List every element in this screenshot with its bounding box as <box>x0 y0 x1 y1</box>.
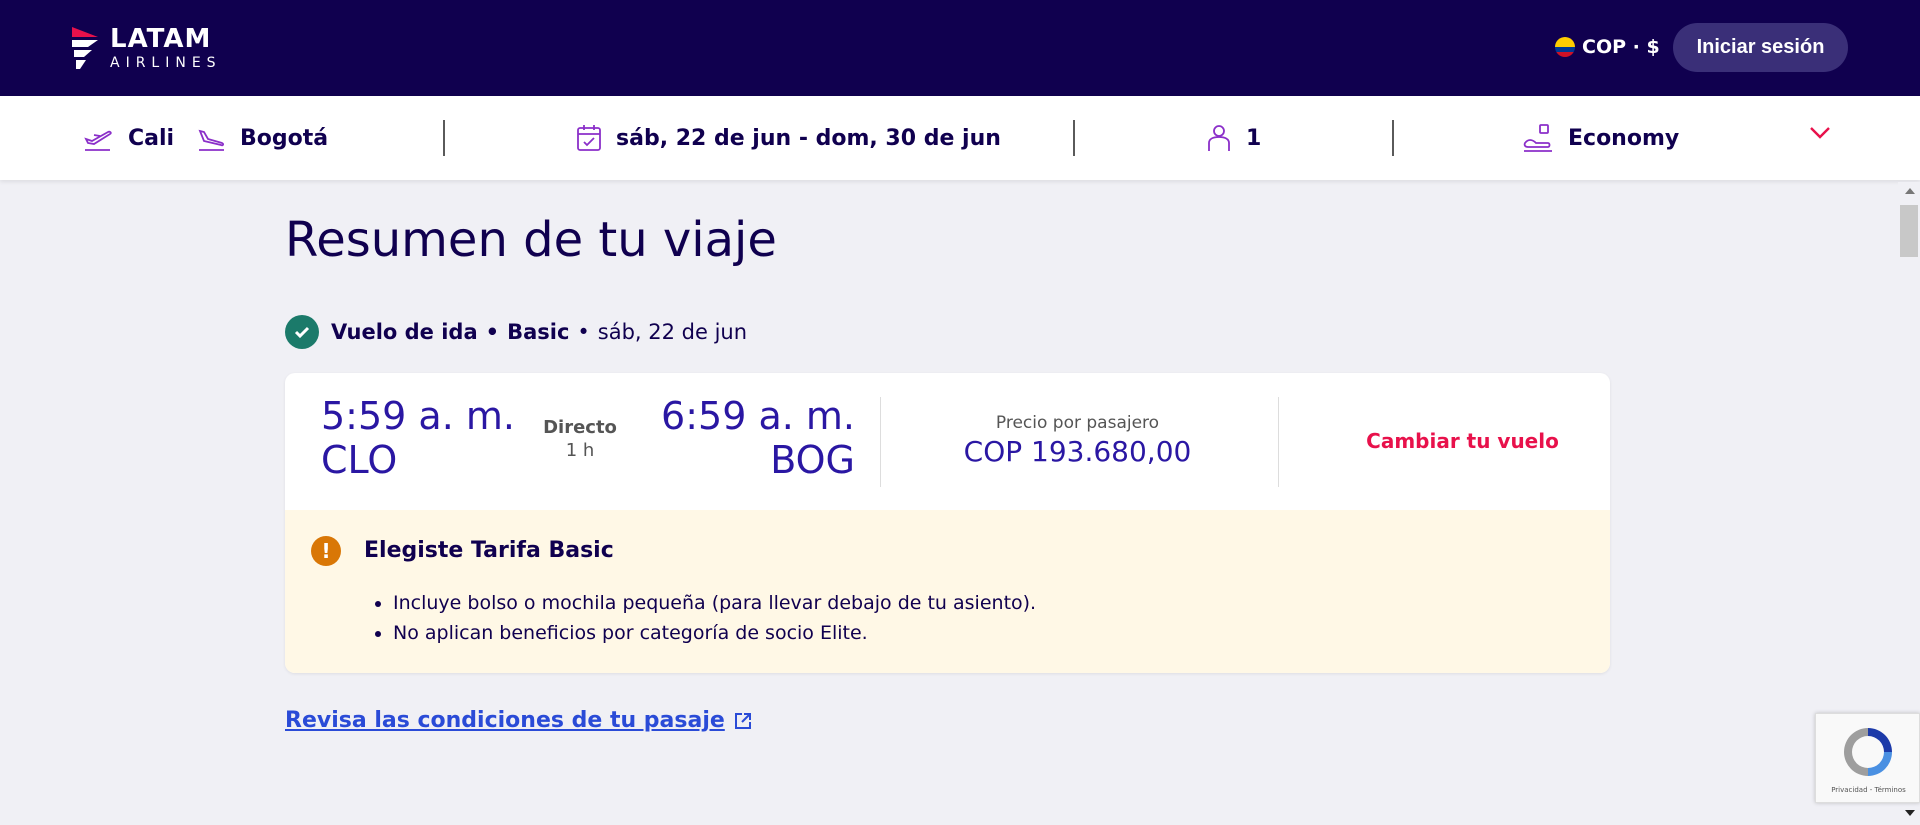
search-summary-bar[interactable]: Cali Bogotá sáb, 22 de jun - dom, 30 de … <box>0 96 1920 180</box>
origin-city: Cali <box>128 125 175 151</box>
calendar-icon <box>577 125 601 151</box>
conditions-link[interactable]: Revisa las condiciones de tu pasaje <box>285 708 753 733</box>
notice-list: Incluye bolso o mochila pequeña (para ll… <box>393 588 1036 648</box>
external-link-icon <box>734 712 751 729</box>
segment-date: sáb, 22 de jun <box>597 320 748 344</box>
latam-logo-icon <box>72 27 98 69</box>
conditions-link-label: Revisa las condiciones de tu pasaje <box>285 708 725 733</box>
warning-icon: ! <box>311 536 341 566</box>
recaptcha-icon <box>1844 728 1892 776</box>
divider <box>1278 397 1279 487</box>
chevron-down-icon[interactable] <box>1808 124 1832 140</box>
fare-label: Basic <box>507 320 570 344</box>
flight-card: 5:59 a. m. CLO Directo 1 h 6:59 a. m. BO… <box>285 373 1610 673</box>
colombia-flag-icon <box>1555 37 1575 57</box>
flight-duration: 1 h <box>565 439 595 461</box>
list-item: No aplican beneficios por categoría de s… <box>393 618 1036 648</box>
passengers-field[interactable]: 1 <box>1206 96 1261 180</box>
flight-stops: Directo 1 h <box>525 417 635 462</box>
recaptcha-links[interactable]: Privacidad - Términos <box>1816 786 1920 794</box>
person-icon <box>1208 125 1230 151</box>
arrival-plane-icon <box>198 129 224 151</box>
arrival-time: 6:59 a. m. <box>661 394 855 438</box>
scroll-down-arrow-icon[interactable] <box>1905 810 1915 816</box>
segment-summary: Vuelo de ida • Basic • sáb, 22 de jun <box>285 315 747 349</box>
departure-airport-code: CLO <box>321 438 398 482</box>
cabin-field[interactable]: Economy <box>1522 96 1679 180</box>
date-range: sáb, 22 de jun - dom, 30 de jun <box>616 125 1001 151</box>
login-button[interactable]: Iniciar sesión <box>1673 23 1848 72</box>
departure-time: 5:59 a. m. <box>321 394 515 438</box>
divider <box>880 397 881 487</box>
logo-wordmark: LATAM <box>110 24 212 54</box>
separator-dot: • <box>485 320 500 344</box>
scrollbar-thumb[interactable] <box>1900 205 1918 257</box>
origin-field[interactable]: Cali <box>82 96 174 180</box>
passenger-count: 1 <box>1246 125 1262 151</box>
currency-label: COP · $ <box>1582 36 1660 58</box>
departure-plane-icon <box>84 130 112 151</box>
separator-dot: • <box>577 320 590 344</box>
check-icon <box>285 315 319 349</box>
scroll-up-arrow-icon[interactable] <box>1905 188 1915 194</box>
divider <box>1073 120 1075 156</box>
logo-subtitle: AIRLINES <box>110 55 222 71</box>
top-header: LATAM AIRLINES COP · $ Iniciar sesión <box>0 0 1920 96</box>
divider <box>443 120 445 156</box>
price-value: COP 193.680,00 <box>963 435 1192 468</box>
divider <box>1392 120 1394 156</box>
price-label: Precio por pasajero <box>995 413 1160 433</box>
page-title: Resumen de tu viaje <box>285 212 777 268</box>
destination-city: Bogotá <box>240 125 329 151</box>
segment-label: Vuelo de ida <box>331 320 478 344</box>
change-flight-button[interactable]: Cambiar tu vuelo <box>1315 429 1610 453</box>
cabin-class: Economy <box>1568 125 1680 151</box>
stops-label: Directo <box>543 417 617 438</box>
seat-icon <box>1523 124 1552 152</box>
dates-field[interactable]: sáb, 22 de jun - dom, 30 de jun <box>576 96 1001 180</box>
arrival-airport-code: BOG <box>770 438 855 482</box>
destination-field[interactable]: Bogotá <box>196 96 328 180</box>
fare-notice: ! Elegiste Tarifa Basic Incluye bolso o … <box>285 510 1610 673</box>
currency-selector[interactable]: COP · $ <box>1555 36 1660 58</box>
latam-logo[interactable]: LATAM AIRLINES <box>70 22 222 74</box>
notice-title: Elegiste Tarifa Basic <box>364 538 614 563</box>
recaptcha-badge[interactable]: Privacidad - Términos <box>1815 713 1920 803</box>
list-item: Incluye bolso o mochila pequeña (para ll… <box>393 588 1036 618</box>
